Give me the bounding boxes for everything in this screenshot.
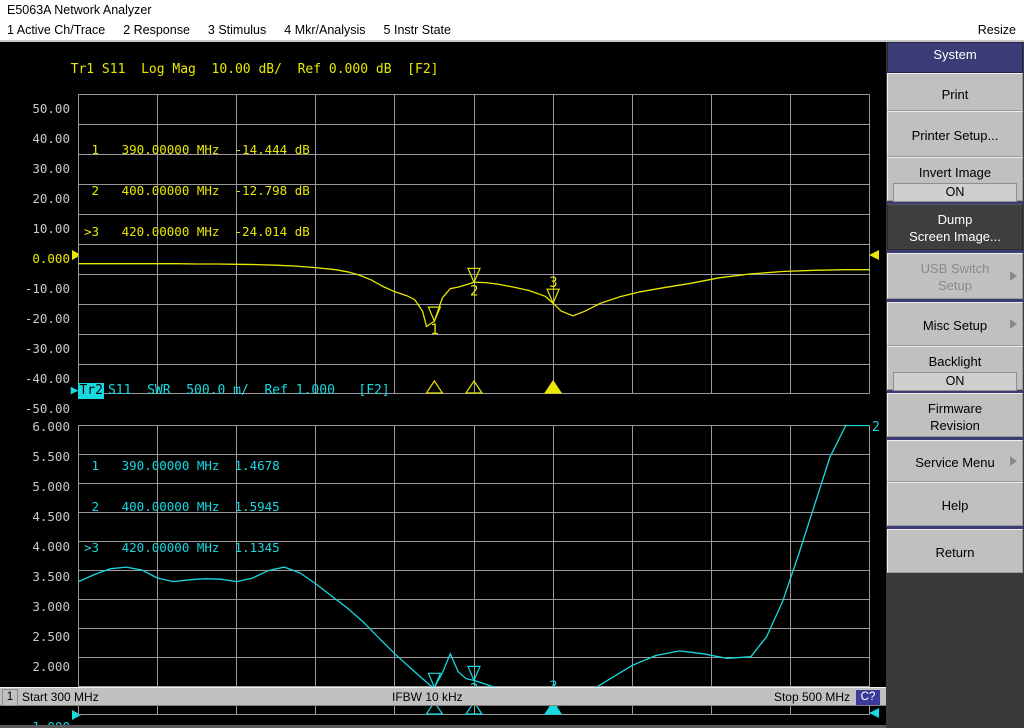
trace1-marker-row-3: >3 420.00000 MHz -24.014 dB [84, 225, 310, 239]
softkey-firmware-label-line2: Revision [888, 417, 1022, 434]
correction-status-badge[interactable]: C? [856, 690, 880, 705]
window-title: E5063A Network Analyzer [7, 3, 152, 17]
app-root: E5063A Network Analyzer 1 Active Ch/Trac… [0, 0, 1024, 728]
sweep-status-bar: 1 Start 300 MHz IFBW 10 kHz Stop 500 MHz… [0, 687, 886, 706]
trace2-label-badge: Tr2 [78, 383, 103, 399]
softkey-firmware-revision[interactable]: Firmware Revision [887, 393, 1023, 437]
trace2-ytick-3000: 3.000 [8, 601, 70, 613]
trace1-ytick-40: 40.00 [8, 133, 70, 145]
softkey-service-menu[interactable]: Service Menu [887, 440, 1023, 482]
softkey-invert-image-label: Invert Image [888, 164, 1022, 181]
trace1-header[interactable]: Tr1 S11 Log Mag 10.00 dB/ Ref 0.000 dB [… [8, 46, 438, 62]
softkey-misc-setup-label: Misc Setup [888, 309, 1022, 343]
softkey-invert-image-value[interactable]: ON [893, 183, 1017, 202]
softkey-dump-label-line1: Dump [888, 211, 1022, 228]
softkey-usb-switch-label-line1: USB Switch [888, 260, 1022, 277]
marker-2-number: 2 [470, 283, 478, 299]
chevron-right-icon [1010, 271, 1017, 281]
softkey-return[interactable]: Return [887, 529, 1023, 573]
trace2-marker-row-3: >3 420.00000 MHz 1.1345 [84, 541, 280, 555]
softkey-misc-setup[interactable]: Misc Setup [887, 302, 1023, 346]
trace1-ytick-m30: -30.00 [8, 343, 70, 355]
trace2-ytick-5500: 5.500 [8, 451, 70, 463]
menu-item-active-ch-trace[interactable]: 1 Active Ch/Trace [0, 20, 114, 40]
trace2-active-pointer: ▶ [71, 383, 79, 398]
softkey-printer-setup[interactable]: Printer Setup... [887, 111, 1023, 157]
trace2-ytick-2500: 2.500 [8, 631, 70, 643]
trace1-ytick-m10: -10.00 [8, 283, 70, 295]
trace2-header[interactable]: ▶Tr2S11 SWR 500.0 m/ Ref 1.000 [F2] [8, 367, 390, 383]
start-frequency-label[interactable]: Start 300 MHz [22, 690, 99, 705]
trace2-ytick-4000: 4.000 [8, 541, 70, 553]
trace1-ytick-ref-0: 0.000 [8, 253, 70, 265]
softkey-usb-switch-setup: USB Switch Setup [887, 253, 1023, 299]
trace1-marker-row-2: 2 400.00000 MHz -12.798 dB [84, 184, 310, 198]
softkey-print[interactable]: Print [887, 73, 1023, 111]
softkey-firmware-label-line1: Firmware [888, 400, 1022, 417]
trace2-ytick-2000: 2.000 [8, 661, 70, 673]
softkey-return-label: Return [888, 536, 1022, 570]
softkey-usb-switch-label-line2: Setup [888, 277, 1022, 294]
trace1-marker-table: 1 390.00000 MHz -14.444 dB 2 400.00000 M… [84, 116, 310, 266]
channel-number: 1 [2, 689, 18, 706]
softkey-help-label: Help [888, 489, 1022, 523]
softkey-printer-setup-label: Printer Setup... [888, 118, 1022, 154]
softkey-help[interactable]: Help [887, 482, 1023, 526]
stop-frequency-label[interactable]: Stop 500 MHz [774, 690, 850, 705]
vna-display-area: Tr1 S11 Log Mag 10.00 dB/ Ref 0.000 dB [… [0, 42, 886, 687]
trace2-ytick-6000: 6.000 [8, 421, 70, 433]
trace1-ytick-10: 10.00 [8, 223, 70, 235]
softkey-panel: System Print Printer Setup... Invert Ima… [886, 42, 1024, 687]
instrument-screen: Tr1 S11 Log Mag 10.00 dB/ Ref 0.000 dB [… [0, 40, 1024, 728]
softkey-backlight-value[interactable]: ON [893, 372, 1017, 391]
trace2-ref-pointer-right [869, 708, 879, 718]
menu-item-response[interactable]: 2 Response [114, 20, 199, 40]
trace1-ytick-m20: -20.00 [8, 313, 70, 325]
chevron-right-icon [1010, 319, 1017, 329]
trace2-header-text: S11 SWR 500.0 m/ Ref 1.000 [F2] [108, 383, 390, 398]
trace1-marker-row-1: 1 390.00000 MHz -14.444 dB [84, 143, 310, 157]
resize-button[interactable]: Resize [978, 20, 1024, 40]
menu-item-instr-state[interactable]: 5 Instr State [375, 20, 460, 40]
trace2-y-axis: 6.000 5.500 5.000 4.500 4.000 3.500 3.00… [0, 382, 70, 698]
menu-item-mkr-analysis[interactable]: 4 Mkr/Analysis [275, 20, 374, 40]
softkey-title-system: System [887, 42, 1023, 73]
trace2-edge-label: 2 [872, 420, 880, 435]
trace2-marker-table: 1 390.00000 MHz 1.4678 2 400.00000 MHz 1… [84, 432, 280, 582]
chevron-right-icon [1010, 456, 1017, 466]
menu-bar: 1 Active Ch/Trace 2 Response 3 Stimulus … [0, 20, 1024, 40]
softkey-dump-screen-image[interactable]: Dump Screen Image... [887, 204, 1023, 250]
trace2-ytick-3500: 3.500 [8, 571, 70, 583]
trace1-ytick-20: 20.00 [8, 193, 70, 205]
softkey-panel-filler [886, 687, 1024, 728]
menu-item-stimulus[interactable]: 3 Stimulus [199, 20, 275, 40]
softkey-invert-image[interactable]: Invert Image ON [887, 157, 1023, 201]
trace2-ytick-4500: 4.500 [8, 511, 70, 523]
trace1-ytick-50: 50.00 [8, 103, 70, 115]
trace1-header-text: Tr1 S11 Log Mag 10.00 dB/ Ref 0.000 dB [… [71, 62, 439, 77]
marker-1-number: 1 [430, 322, 438, 338]
trace2-ytick-5000: 5.000 [8, 481, 70, 493]
softkey-dump-label-line2: Screen Image... [888, 228, 1022, 245]
trace1-y-axis: 50.00 40.00 30.00 20.00 10.00 0.000 -10.… [0, 64, 70, 380]
trace1-ref-pointer-right [869, 250, 879, 260]
trace2-marker-row-1: 1 390.00000 MHz 1.4678 [84, 459, 280, 473]
softkey-backlight-label: Backlight [888, 353, 1022, 370]
window-title-bar: E5063A Network Analyzer [0, 0, 1024, 20]
ifbw-label[interactable]: IFBW 10 kHz [392, 690, 463, 705]
softkey-print-label: Print [888, 80, 1022, 110]
softkey-service-menu-label: Service Menu [888, 447, 1022, 479]
softkey-title-label: System [933, 47, 976, 62]
trace1-ytick-30: 30.00 [8, 163, 70, 175]
trace2-marker-row-2: 2 400.00000 MHz 1.5945 [84, 500, 280, 514]
marker-3-number: 3 [549, 275, 557, 291]
softkey-backlight[interactable]: Backlight ON [887, 346, 1023, 390]
